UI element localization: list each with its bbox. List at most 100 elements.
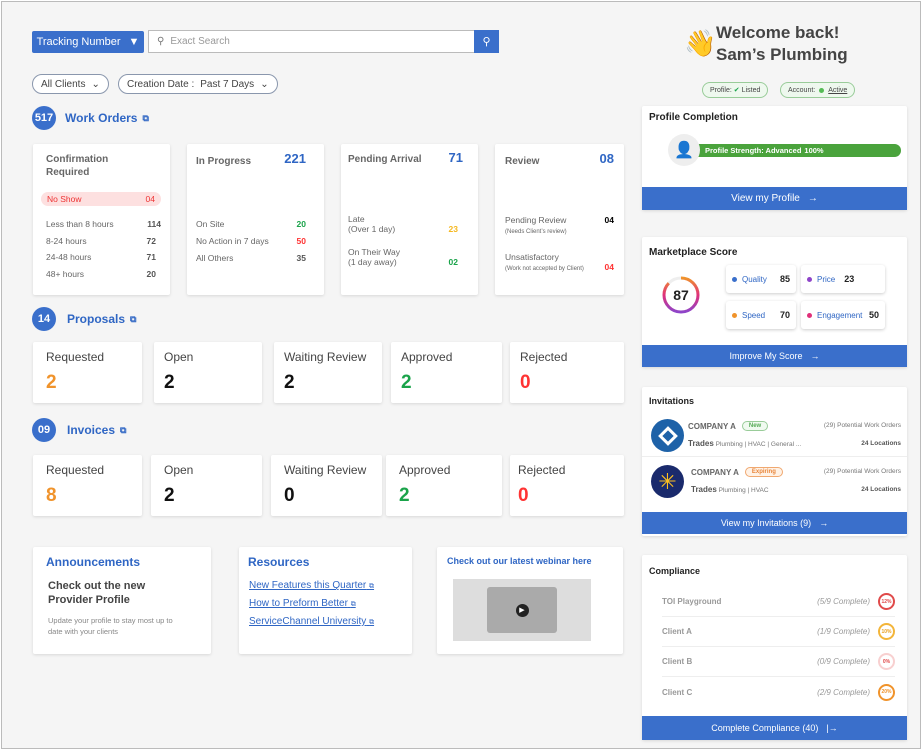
waving-hand-icon: 👋 xyxy=(684,28,717,58)
confirmation-required-card[interactable]: Confirmation Required No Show 04 Less tha… xyxy=(33,144,170,295)
profile-strength-fill: Profile Strength: Advanced 100% xyxy=(697,144,901,157)
work-orders-link[interactable]: Work Orders ⧉ xyxy=(65,111,149,125)
webinar-title[interactable]: Check out our latest webinar here xyxy=(447,556,592,566)
no-show-row[interactable]: No Show 04 xyxy=(41,192,161,206)
invoices-requested[interactable]: Requested 8 xyxy=(33,455,142,516)
stat-value: 0 xyxy=(518,485,529,506)
invoices-rejected[interactable]: Rejected 0 xyxy=(510,455,624,516)
announcements-heading[interactable]: Check out the new Provider Profile xyxy=(48,579,168,607)
dot-icon xyxy=(732,312,737,318)
list-item[interactable]: On Site 20 xyxy=(196,219,306,229)
metric-label: Speed xyxy=(742,310,766,320)
pending-arrival-card[interactable]: Pending Arrival 71 Late (Over 1 day) 23 On… xyxy=(341,144,478,295)
locations-count: 24 Locations xyxy=(861,440,901,447)
dot-icon xyxy=(807,276,812,282)
dot-icon xyxy=(807,312,812,318)
invoices-link[interactable]: Invoices ⧉ xyxy=(67,423,126,437)
trades-list: Plumbing | HVAC | General ... xyxy=(715,441,802,448)
resource-link[interactable]: New Features this Quarter ⧉ xyxy=(249,580,374,591)
row-value: 114 xyxy=(147,219,161,229)
stat-value: 2 xyxy=(46,372,57,393)
row-value: 20 xyxy=(296,219,306,229)
resource-link-label: How to Preform Better xyxy=(249,598,348,609)
arrow-right-icon: → xyxy=(807,193,818,204)
list-item[interactable]: Unsatisfactory (Work not accepted by Clie… xyxy=(505,252,614,272)
row-label: 8-24 hours xyxy=(46,236,87,246)
invoices-count: 09 xyxy=(32,418,56,442)
compliance-row[interactable]: Client C (2/9 Complete) 20% xyxy=(662,677,895,707)
list-item[interactable]: Less than 8 hours 114 xyxy=(46,219,161,229)
completion-status: (2/9 Complete) xyxy=(817,687,870,697)
resource-link[interactable]: ServiceChannel University ⧉ xyxy=(249,616,374,627)
date-filter[interactable]: Creation Date : Past 7 Days ⌄ xyxy=(118,74,278,94)
invitation-item[interactable]: ✳ COMPANY A Expiring (29) Potential Work … xyxy=(642,463,907,503)
trades-label: Trades xyxy=(691,485,717,494)
compliance-row[interactable]: Client B (0/9 Complete) 0% xyxy=(662,647,895,677)
clients-filter-label: All Clients xyxy=(41,78,86,90)
proposals-rejected[interactable]: Rejected 0 xyxy=(510,342,624,403)
view-profile-button[interactable]: View my Profile → xyxy=(642,187,907,210)
account-status-label: Account: xyxy=(788,86,816,94)
search-input[interactable]: ⚲ Exact Search xyxy=(148,30,475,53)
stat-label: Waiting Review xyxy=(284,350,367,364)
row-value: 04 xyxy=(604,215,614,225)
metric-price: Price 23 xyxy=(801,265,885,293)
invoices-approved[interactable]: Approved 2 xyxy=(386,455,502,516)
account-status-badge: Account: Active xyxy=(780,82,856,98)
metric-speed: Speed 70 xyxy=(726,301,796,329)
complete-compliance-button[interactable]: Complete Compliance (40) |→ xyxy=(642,716,907,740)
list-item[interactable]: Pending Review (Needs Client’s review) 04 xyxy=(505,215,614,235)
list-item[interactable]: Late (Over 1 day) 23 xyxy=(348,214,458,234)
stat-value: 2 xyxy=(399,485,410,506)
stat-value: 0 xyxy=(284,485,295,506)
list-item[interactable]: All Others 35 xyxy=(196,253,306,263)
in-progress-card[interactable]: In Progress 221 On Site 20 No Action in 7… xyxy=(187,144,324,295)
arrow-right-icon: |→ xyxy=(826,723,838,733)
stat-label: Approved xyxy=(399,463,451,477)
invitation-item[interactable]: COMPANY A New (29) Potential Work Orders … xyxy=(642,417,907,457)
resource-link[interactable]: How to Preform Better ⧉ xyxy=(249,598,374,609)
improve-score-button[interactable]: Improve My Score → xyxy=(642,345,907,367)
proposals-open[interactable]: Open 2 xyxy=(154,342,262,403)
row-title: Late xyxy=(348,214,365,224)
row-value: 50 xyxy=(296,236,306,246)
proposals-approved[interactable]: Approved 2 xyxy=(391,342,502,403)
proposals-waiting-review[interactable]: Waiting Review 2 xyxy=(274,342,382,403)
video-thumbnail[interactable]: ▶ xyxy=(453,579,591,641)
play-icon[interactable]: ▶ xyxy=(515,603,529,617)
row-value: 02 xyxy=(448,257,458,267)
list-item[interactable]: No Action in 7 days 50 xyxy=(196,236,306,246)
list-item[interactable]: 48+ hours 20 xyxy=(46,269,156,279)
card-value: 08 xyxy=(599,151,614,166)
search-button[interactable]: ⚲ xyxy=(474,30,499,53)
list-item[interactable]: 24-48 hours 71 xyxy=(46,252,156,262)
caret-down-icon: ▼ xyxy=(128,36,140,48)
clients-filter[interactable]: All Clients ⌄ xyxy=(32,74,109,94)
compliance-row[interactable]: TOI Playground (5/9 Complete) 12% xyxy=(662,587,895,617)
card-title: Pending Arrival xyxy=(348,154,422,165)
completion-ring: 10% xyxy=(878,623,895,640)
proposals-requested[interactable]: Requested 2 xyxy=(33,342,142,403)
account-status-value[interactable]: Active xyxy=(828,87,847,94)
proposals-header: 14 Proposals ⧉ xyxy=(32,307,136,331)
metric-label: Quality xyxy=(742,274,767,284)
invoices-waiting-review[interactable]: Waiting Review 0 xyxy=(271,455,382,516)
work-orders-title: Work Orders xyxy=(65,111,138,125)
list-item[interactable]: On Their Way (1 day away) 02 xyxy=(348,247,458,267)
row-subtitle: (Needs Client’s review) xyxy=(505,229,567,235)
profile-strength-value: 100% xyxy=(804,146,824,155)
stat-label: Approved xyxy=(401,350,453,364)
client-name: Client C xyxy=(662,687,693,697)
stat-label: Open xyxy=(164,463,194,477)
resource-link-label: New Features this Quarter xyxy=(249,580,367,591)
locations-count: 24 Locations xyxy=(861,486,901,493)
proposals-link[interactable]: Proposals ⧉ xyxy=(67,312,136,326)
view-invitations-button[interactable]: View my Invitations (9) → xyxy=(642,512,907,534)
list-item[interactable]: 8-24 hours 72 xyxy=(46,236,156,246)
compliance-row[interactable]: Client A (1/9 Complete) 10% xyxy=(662,617,895,647)
review-card[interactable]: Review 08 Pending Review (Needs Client’s … xyxy=(495,144,624,295)
invoices-open[interactable]: Open 2 xyxy=(151,455,262,516)
avatar-icon: 👤 xyxy=(668,134,700,166)
search-type-dropdown[interactable]: Tracking Number ▼ xyxy=(32,31,144,53)
compliance-panel: Compliance TOI Playground (5/9 Complete) 1… xyxy=(642,555,907,740)
